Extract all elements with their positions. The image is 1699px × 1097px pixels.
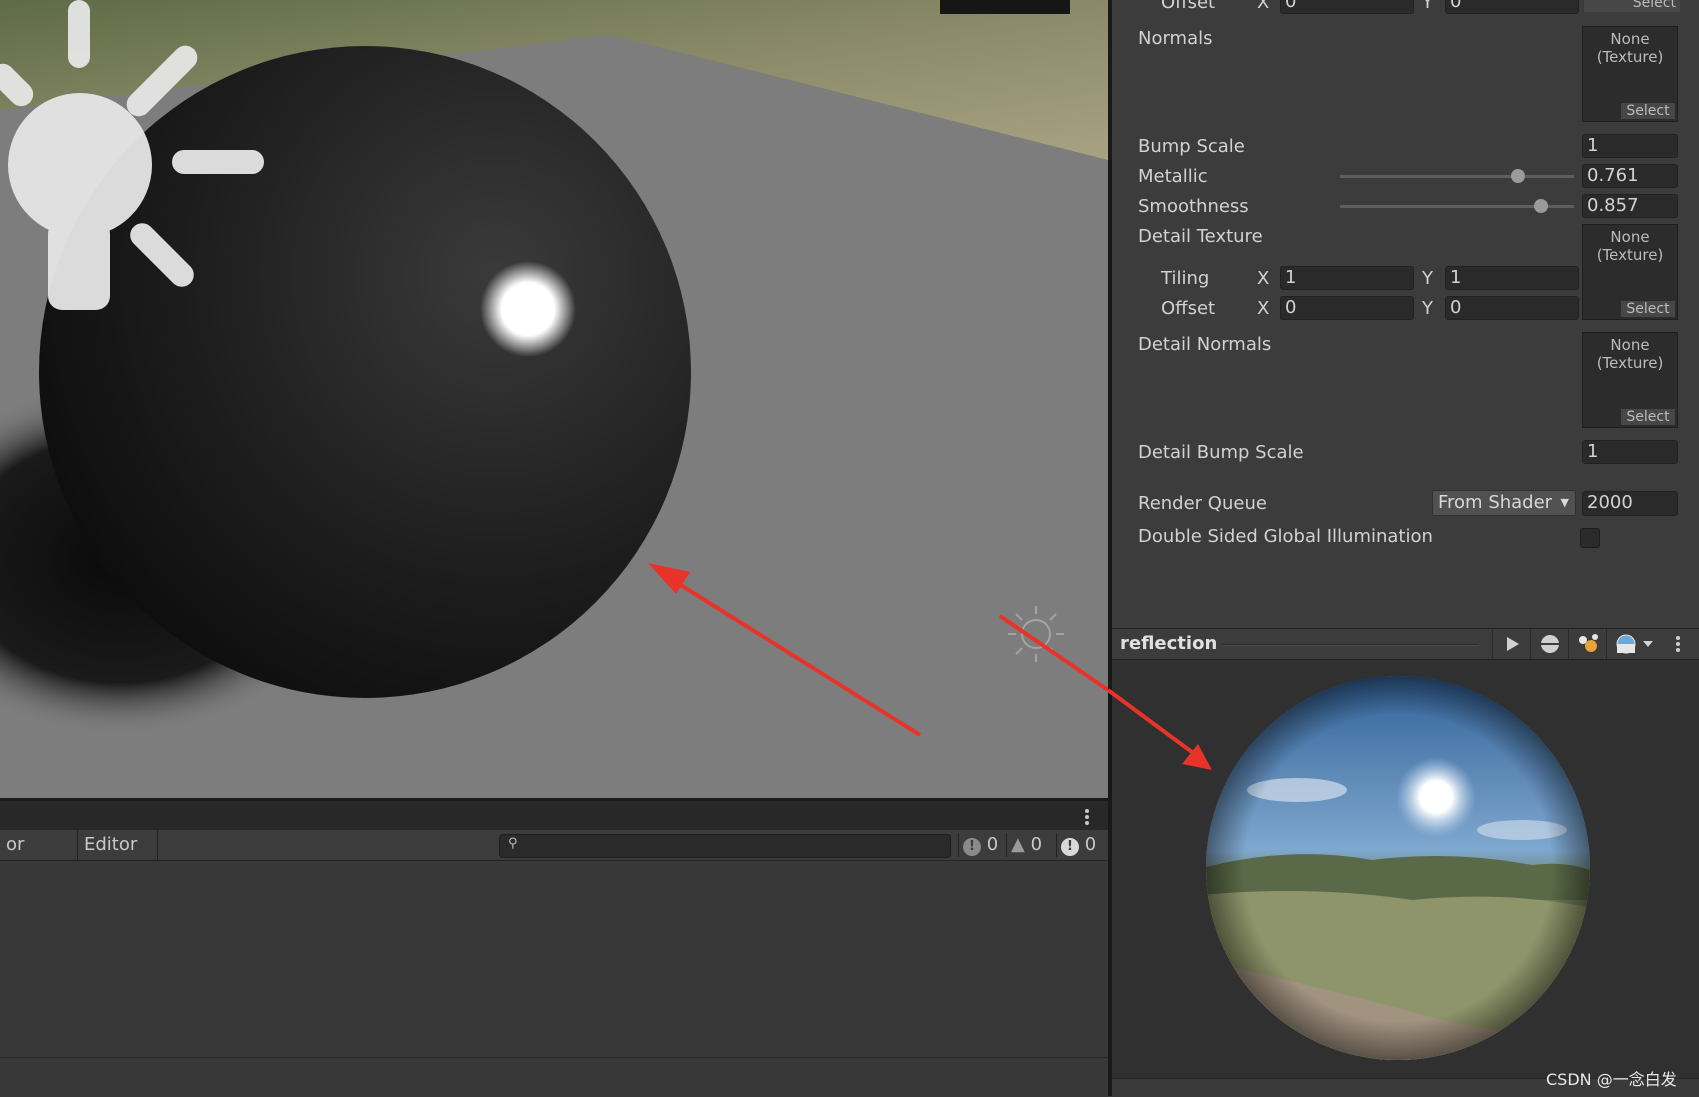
offset-x-axis: X: [1257, 298, 1270, 319]
specular-highlight: [480, 261, 576, 357]
smoothness-slider-thumb[interactable]: [1533, 199, 1548, 213]
console-panel: or Pause Editor ▼ ⚲ ! 0 ▲ 0 ! 0: [0, 798, 1109, 1097]
warning-count-toggle[interactable]: ▲ 0: [1006, 833, 1055, 857]
chevron-down-icon: ▼: [1560, 496, 1569, 509]
detail-texture-type: (Texture): [1596, 246, 1664, 264]
console-search-input[interactable]: ⚲: [499, 834, 951, 858]
detail-bump-scale-label: Detail Bump Scale: [1138, 442, 1304, 463]
warning-icon: ▲: [1011, 834, 1025, 855]
detail-normals-texture-type: (Texture): [1596, 354, 1664, 372]
preview-sky-dropdown[interactable]: [1606, 629, 1662, 659]
sphere-icon: [1541, 635, 1559, 653]
normals-label: Normals: [1138, 28, 1213, 49]
mesh-toggle-button[interactable]: [1530, 629, 1568, 659]
metallic-field[interactable]: 0.761: [1582, 164, 1678, 188]
detail-normals-label: Detail Normals: [1138, 334, 1272, 355]
detail-normals-texture-slot[interactable]: None (Texture) Select: [1582, 332, 1678, 428]
tiling-label: Tiling: [1161, 268, 1210, 289]
preview-title: reflection: [1120, 633, 1218, 654]
normals-none: None: [1610, 30, 1650, 48]
info-icon: !: [963, 838, 981, 856]
metallic-slider-thumb[interactable]: [1511, 169, 1526, 183]
offset-x-field-top[interactable]: 0: [1280, 0, 1414, 14]
light-toggle-button[interactable]: [1568, 629, 1606, 659]
offset-x-field[interactable]: 0: [1280, 296, 1414, 320]
offset-y-field-top[interactable]: 0: [1445, 0, 1579, 14]
preview-drag-bar[interactable]: [1222, 644, 1478, 646]
editor-dropdown[interactable]: Editor ▼: [78, 830, 158, 883]
detail-texture-select-button[interactable]: Select: [1621, 301, 1675, 317]
console-detail-area[interactable]: [0, 1057, 1108, 1097]
warning-count: 0: [1030, 834, 1043, 855]
skybox-sphere-icon: [1616, 634, 1653, 654]
console-header: [0, 798, 1108, 833]
error-icon: !: [1061, 838, 1079, 856]
watermark: CSDN @一念白发: [1546, 1070, 1677, 1089]
error-count-toggle[interactable]: ! 0: [1056, 833, 1109, 857]
smoothness-field[interactable]: 0.857: [1582, 194, 1678, 218]
light-icon: [1579, 634, 1598, 652]
error-pause-button[interactable]: or Pause: [0, 830, 78, 885]
play-icon: [1507, 637, 1519, 651]
double-sided-gi-checkbox[interactable]: [1580, 528, 1600, 548]
detail-normals-none: None: [1610, 336, 1650, 354]
metallic-label: Metallic: [1138, 166, 1208, 187]
more-vert-icon[interactable]: [1674, 634, 1682, 654]
smoothness-label: Smoothness: [1138, 196, 1249, 217]
detail-texture-label: Detail Texture: [1138, 226, 1263, 247]
detail-bump-scale-field[interactable]: 1: [1582, 440, 1678, 464]
normals-texture-type: (Texture): [1596, 48, 1664, 66]
preview-header: reflection: [1112, 628, 1699, 660]
annotation-arrow-right: [1108, 688, 1212, 770]
scene-view[interactable]: [0, 0, 1108, 798]
metallic-slider-track[interactable]: [1340, 175, 1574, 178]
normals-texture-slot[interactable]: None (Texture) Select: [1582, 26, 1678, 122]
double-sided-gi-label: Double Sided Global Illumination: [1138, 526, 1433, 547]
console-log-area[interactable]: [0, 861, 1108, 1057]
info-count-toggle[interactable]: ! 0: [958, 833, 1005, 857]
material-inspector: Offset X 0 Y 0 Select Normals None (Text…: [1112, 0, 1699, 628]
scene-canvas[interactable]: [0, 0, 1108, 798]
tiling-x-axis: X: [1257, 268, 1270, 289]
tiling-x-field[interactable]: 1: [1280, 266, 1414, 290]
detail-texture-none: None: [1610, 228, 1650, 246]
console-toolbar: or Pause Editor ▼ ⚲ ! 0 ▲ 0 ! 0: [0, 830, 1109, 885]
info-count: 0: [986, 834, 999, 855]
play-button[interactable]: [1492, 629, 1530, 659]
detail-texture-slot[interactable]: None (Texture) Select: [1582, 224, 1678, 320]
offset-y-axis: Y: [1422, 298, 1433, 319]
error-count: 0: [1084, 834, 1097, 855]
search-icon: ⚲: [508, 836, 518, 851]
render-queue-dropdown[interactable]: From Shader ▼: [1432, 490, 1576, 516]
tiling-y-axis: Y: [1422, 268, 1433, 289]
offset-y-field[interactable]: 0: [1445, 296, 1579, 320]
editor-label: Editor: [84, 834, 138, 855]
render-queue-dropdown-label: From Shader: [1438, 492, 1553, 513]
detail-normals-select-button[interactable]: Select: [1621, 409, 1675, 425]
select-button-top[interactable]: Select: [1584, 0, 1680, 12]
normals-select-button[interactable]: Select: [1621, 103, 1675, 119]
bump-scale-field[interactable]: 1: [1582, 134, 1678, 158]
offset-x-axis-top: X: [1257, 0, 1270, 13]
render-queue-field[interactable]: 2000: [1582, 491, 1678, 516]
more-vert-icon[interactable]: [1084, 807, 1090, 827]
render-queue-label: Render Queue: [1138, 493, 1267, 514]
tiling-y-field[interactable]: 1: [1445, 266, 1579, 290]
offset-label: Offset: [1161, 298, 1216, 319]
offset-y-axis-top: Y: [1422, 0, 1433, 13]
bump-scale-label: Bump Scale: [1138, 136, 1245, 157]
offset-label-top: Offset: [1161, 0, 1216, 13]
